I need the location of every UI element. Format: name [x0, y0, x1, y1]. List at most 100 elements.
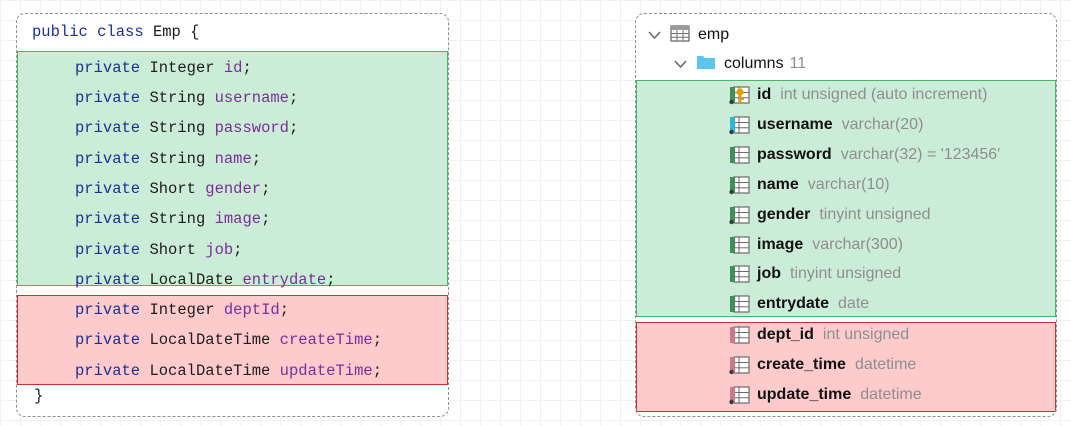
columns-count: 11	[789, 55, 807, 72]
column-type: varchar(32) = '123456'	[840, 146, 1001, 163]
column-icon	[729, 235, 751, 255]
semicolon: ;	[242, 59, 252, 77]
semicolon: ;	[251, 150, 262, 168]
field-declaration-gender: private Short gender;	[17, 174, 448, 204]
column-node-job[interactable]: job tinyint unsigned	[729, 259, 901, 289]
column-name: id	[757, 86, 772, 103]
field-modifier: private	[75, 119, 141, 137]
column-type: int unsigned (auto increment)	[780, 86, 988, 103]
class-declaration: public class Emp {	[17, 17, 448, 47]
field-name: gender	[205, 180, 262, 198]
not-null-column-icon	[729, 385, 751, 405]
field-type: String	[149, 210, 206, 228]
column-node-password[interactable]: password varchar(32) = '123456'	[729, 140, 1000, 170]
not-null-column-icon	[729, 175, 751, 195]
column-type: int unsigned	[822, 326, 910, 343]
semicolon: ;	[326, 271, 336, 289]
field-modifier: private	[75, 362, 141, 380]
field-type: String	[149, 89, 206, 107]
field-type: Integer	[149, 301, 215, 319]
chevron-down-icon[interactable]	[674, 57, 688, 72]
open-brace: {	[190, 23, 200, 41]
field-name: username	[214, 89, 289, 107]
field-modifier: private	[75, 89, 141, 107]
field-declaration-deptId: private Integer deptId;	[17, 295, 448, 325]
semicolon: ;	[261, 180, 271, 198]
column-name: image	[757, 236, 804, 253]
semicolon: ;	[233, 241, 243, 259]
field-type: LocalDateTime	[149, 331, 271, 349]
column-node-entrydate[interactable]: entrydate date	[729, 289, 869, 319]
field-type: String	[149, 119, 206, 137]
field-declaration-createTime: private LocalDateTime createTime;	[17, 325, 448, 355]
not-null-column-icon	[729, 205, 751, 225]
semicolon: ;	[261, 210, 271, 228]
column-icon	[729, 294, 751, 314]
chevron-down-icon[interactable]	[648, 28, 662, 43]
table-icon	[670, 25, 692, 45]
column-node-image[interactable]: image varchar(300)	[729, 230, 903, 260]
field-modifier: private	[75, 180, 141, 198]
column-name: username	[757, 116, 833, 133]
field-modifier: private	[75, 150, 141, 168]
column-type: varchar(20)	[841, 116, 924, 133]
field-type: Short	[149, 241, 196, 259]
field-type: Integer	[149, 59, 215, 77]
java-class-panel: public class Emp { private Integer id; pr…	[16, 13, 449, 417]
column-type: tinyint unsigned	[819, 206, 931, 223]
column-name: create_time	[757, 356, 846, 373]
closing-brace: }	[34, 387, 44, 405]
column-icon	[729, 145, 751, 165]
column-node-create-time[interactable]: create_time datetime	[729, 350, 916, 380]
column-node-name[interactable]: name varchar(10)	[729, 170, 890, 200]
field-name: deptId	[223, 301, 280, 319]
column-node-username[interactable]: username varchar(20)	[729, 110, 923, 140]
column-type: datetime	[860, 386, 922, 403]
semicolon: ;	[372, 331, 382, 349]
field-declaration-password: private String password;	[17, 113, 448, 143]
not-null-column-icon	[729, 355, 751, 375]
field-declaration-job: private Short job;	[17, 235, 448, 265]
keyword-class: class	[97, 23, 144, 41]
table-name: emp	[698, 26, 730, 43]
unique-column-icon	[729, 115, 751, 135]
column-node-id[interactable]: id int unsigned (auto increment)	[729, 80, 987, 110]
field-name: image	[214, 210, 262, 228]
field-modifier: private	[75, 241, 141, 259]
class-name: Emp	[152, 23, 181, 41]
column-name: job	[757, 265, 781, 282]
columns-folder-node[interactable]: columns 11	[674, 49, 806, 79]
semicolon: ;	[288, 89, 299, 107]
field-modifier: private	[75, 271, 141, 289]
field-type: LocalDateTime	[149, 362, 271, 380]
field-modifier: private	[75, 331, 141, 349]
column-node-dept-id[interactable]: dept_id int unsigned	[729, 320, 909, 350]
column-icon	[729, 325, 751, 345]
column-name: dept_id	[757, 326, 814, 343]
column-type: tinyint unsigned	[790, 265, 902, 282]
column-icon	[729, 264, 751, 284]
column-name: name	[757, 176, 799, 193]
column-name: update_time	[757, 386, 852, 403]
field-modifier: private	[75, 59, 141, 77]
column-name: password	[757, 146, 832, 163]
column-type: varchar(10)	[807, 176, 890, 193]
table-node-emp[interactable]: emp	[648, 20, 729, 50]
keyword-public: public	[32, 23, 88, 41]
field-declaration-entrydate: private LocalDate entrydate;	[17, 265, 448, 295]
field-name: createTime	[279, 331, 373, 349]
field-declaration-name: private String name;	[17, 144, 448, 174]
field-name: updateTime	[279, 362, 373, 380]
semicolon: ;	[372, 362, 382, 380]
column-node-gender[interactable]: gender tinyint unsigned	[729, 200, 931, 230]
column-type: datetime	[854, 356, 917, 373]
column-type: varchar(300)	[812, 236, 903, 253]
semicolon: ;	[288, 119, 299, 137]
field-name: name	[214, 150, 252, 168]
field-type: LocalDate	[149, 271, 234, 289]
field-modifier: private	[75, 210, 141, 228]
field-type: String	[149, 150, 206, 168]
primary-key-column-icon	[729, 85, 751, 105]
field-name: entrydate	[242, 271, 327, 289]
column-node-update-time[interactable]: update_time datetime	[729, 380, 922, 410]
